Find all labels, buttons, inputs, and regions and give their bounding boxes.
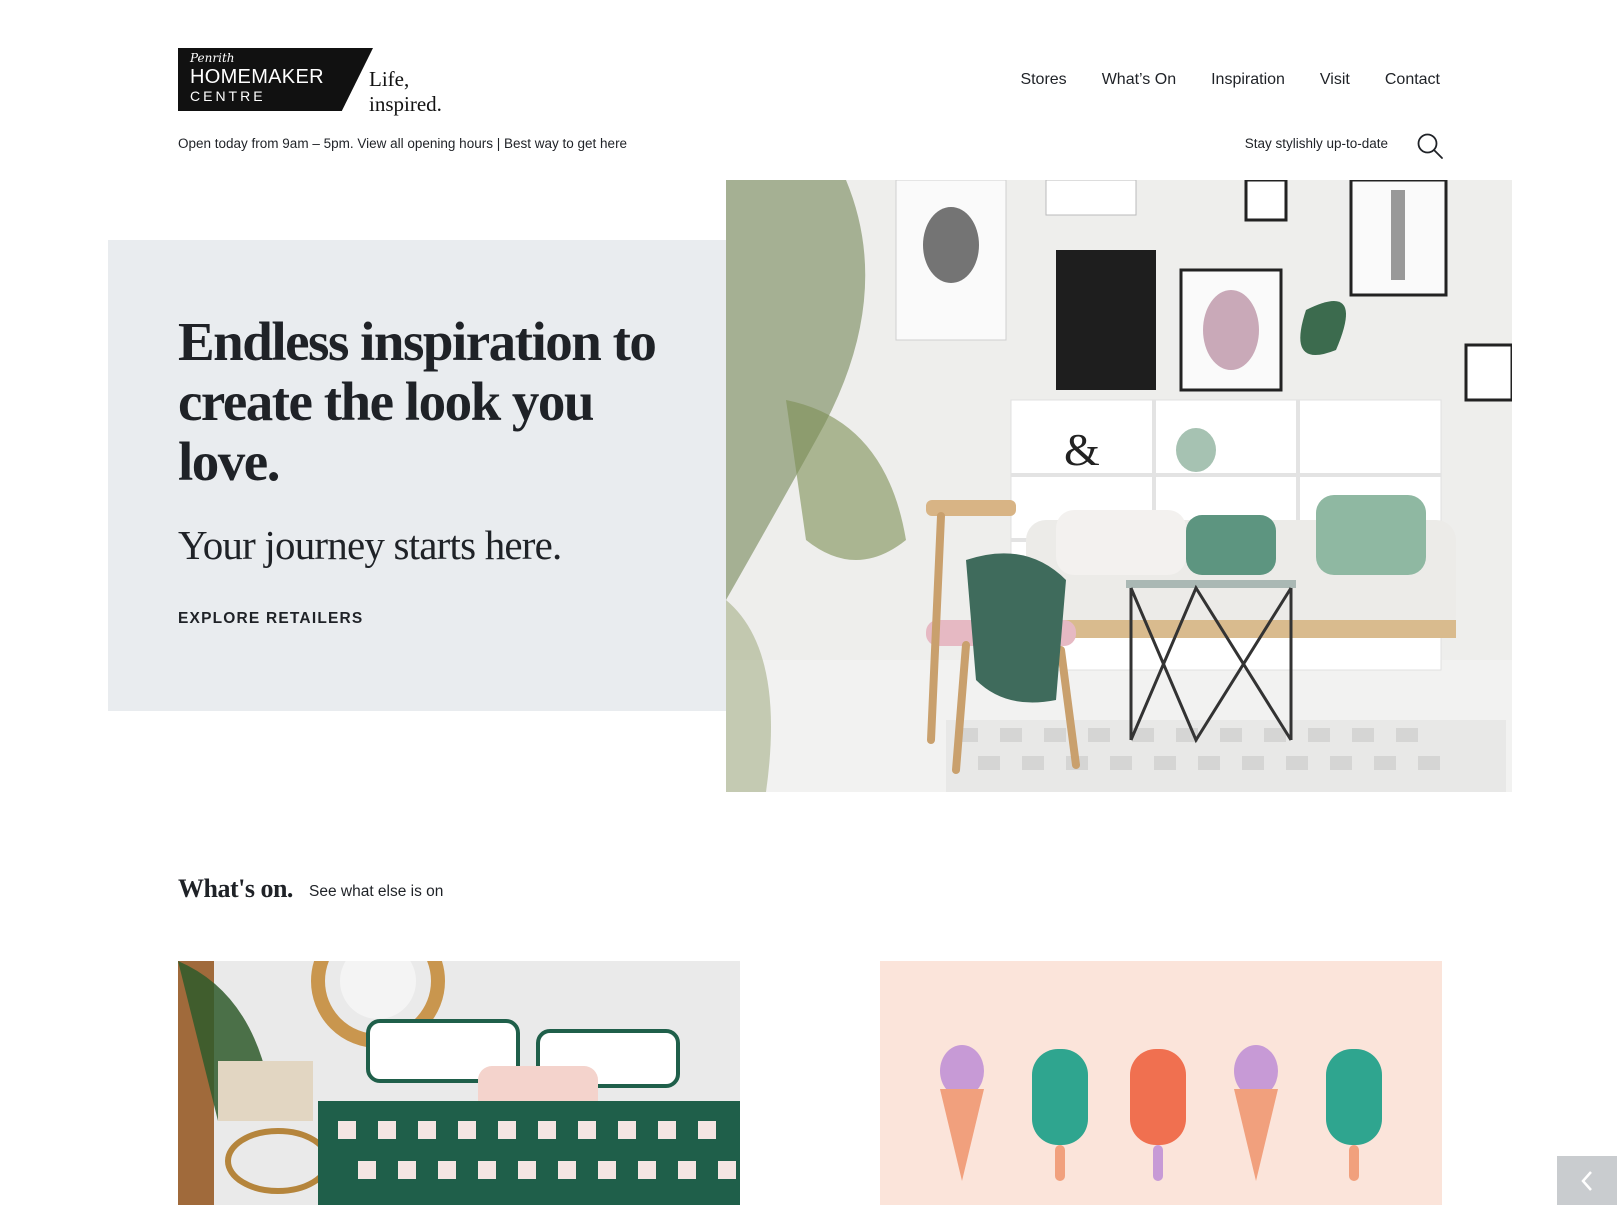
- hero-image: &: [726, 180, 1512, 792]
- opening-hours-bar: Open today from 9am – 5pm. View all open…: [178, 136, 627, 151]
- search-button[interactable]: [1416, 132, 1444, 160]
- nav-item-visit[interactable]: Visit: [1320, 71, 1350, 89]
- bedding-image: [178, 961, 740, 1205]
- whats-on-card-bedding[interactable]: [178, 961, 740, 1205]
- nav-item-contact[interactable]: Contact: [1385, 71, 1440, 89]
- site-logo[interactable]: Penrith HOMEMAKER CENTRE Life, inspired.: [178, 48, 478, 116]
- explore-retailers-link[interactable]: EXPLORE RETAILERS: [178, 610, 363, 628]
- nav-item-whats-on[interactable]: What’s On: [1102, 71, 1176, 89]
- directions-link[interactable]: Best way to get here: [504, 136, 627, 151]
- ice-cream-illustration: [880, 961, 1442, 1205]
- logo-main-text: HOMEMAKER: [190, 66, 324, 88]
- logo-tagline: Life, inspired.: [369, 67, 442, 116]
- logo-badge: Penrith HOMEMAKER CENTRE: [178, 48, 373, 111]
- nav-item-stores[interactable]: Stores: [1020, 71, 1066, 89]
- whats-on-title: What's on.: [178, 874, 293, 903]
- nav-item-inspiration[interactable]: Inspiration: [1211, 71, 1285, 89]
- opening-hours-link[interactable]: View all opening hours: [357, 136, 493, 151]
- newsletter-link[interactable]: Stay stylishly up-to-date: [1245, 136, 1388, 151]
- scroll-back-button[interactable]: [1557, 1156, 1617, 1205]
- svg-text:&: &: [1064, 424, 1100, 475]
- logo-script-text: Penrith: [190, 51, 235, 65]
- main-nav: Stores What’s On Inspiration Visit Conta…: [1020, 71, 1440, 89]
- whats-on-see-more-link[interactable]: See what else is on: [309, 883, 443, 901]
- logo-sub-text: CENTRE: [190, 88, 266, 104]
- separator: |: [496, 136, 501, 151]
- search-icon: [1417, 133, 1443, 159]
- chevron-left-icon: [1581, 1171, 1592, 1191]
- hero-title: Endless inspiration to create the look y…: [178, 311, 657, 492]
- opening-hours-text: Open today from 9am – 5pm.: [178, 136, 354, 151]
- whats-on-card-icecream[interactable]: [880, 961, 1442, 1205]
- hero-subtitle: Your journey starts here.: [178, 522, 562, 568]
